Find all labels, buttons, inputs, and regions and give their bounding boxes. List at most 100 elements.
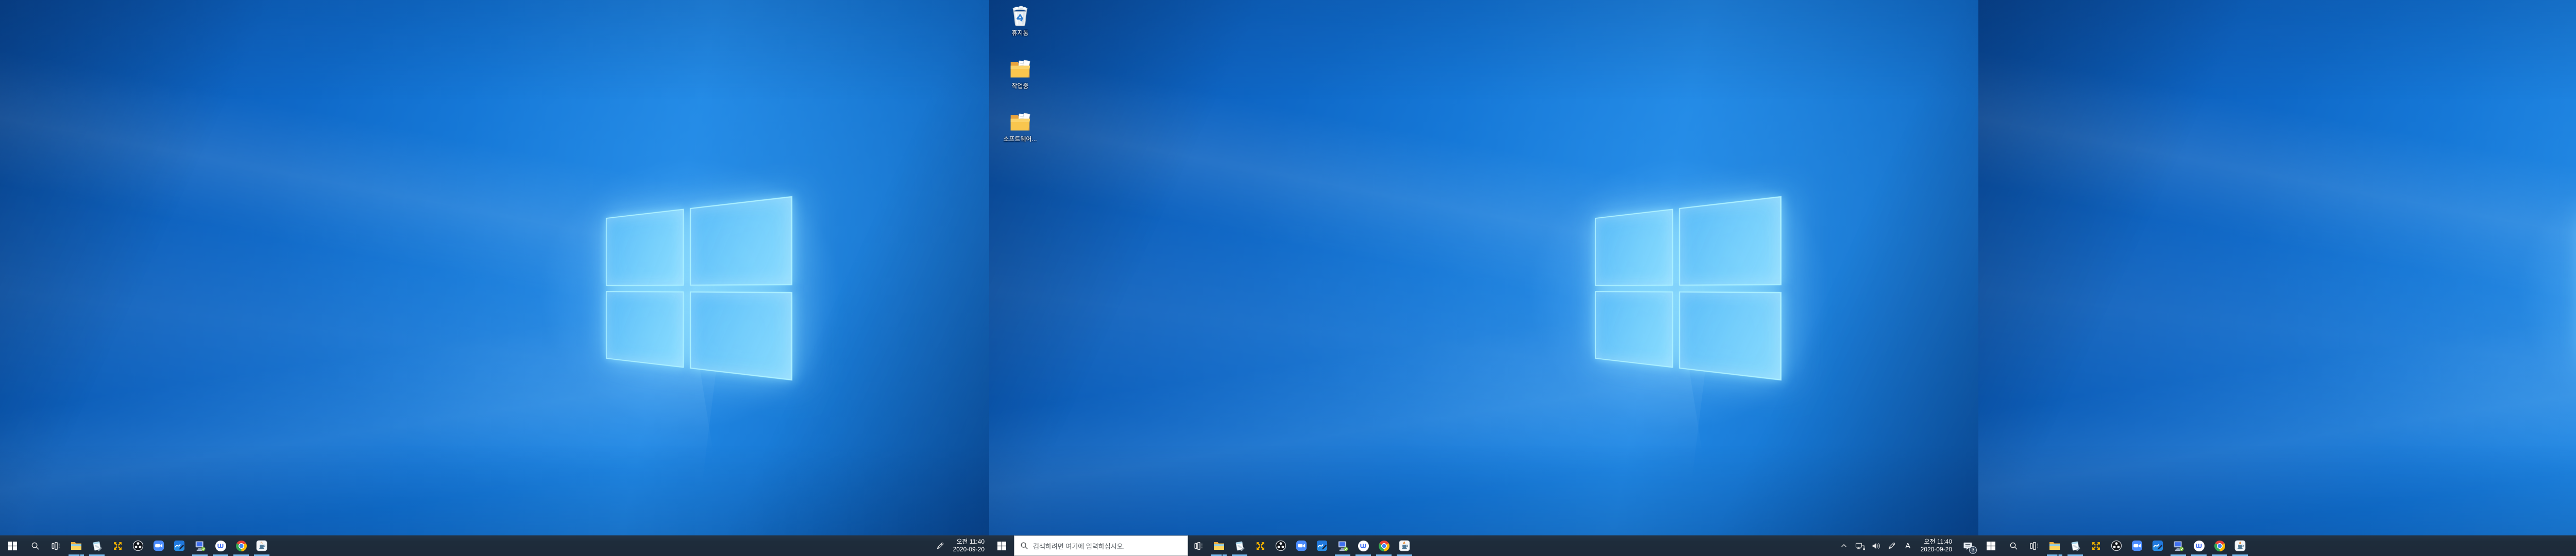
notepad-button[interactable]: [1229, 535, 1250, 556]
arrows-app-button[interactable]: [107, 535, 128, 556]
clock-date: 2020-09-20: [1921, 546, 1952, 553]
windows-logo-icon: [8, 542, 17, 550]
monitor-center: 휴지통 작업중: [989, 0, 1978, 556]
arrows-app-button[interactable]: [1250, 535, 1270, 556]
taskbar-left: 오전 11:402020-09-20: [0, 535, 989, 556]
vignette: [1978, 0, 2576, 556]
vignette: [989, 0, 1978, 556]
desktop-icon-label: 작업중: [1011, 82, 1028, 90]
computer-icon: [1337, 540, 1349, 552]
desktop-icon-folder-work[interactable]: 작업중: [995, 57, 1045, 90]
whale-browser-icon: [1358, 540, 1369, 552]
volume-icon: [1871, 541, 1881, 551]
zoom-camera-icon: [2131, 540, 2143, 551]
search-icon: [2009, 542, 2018, 550]
task-view-button[interactable]: [2024, 535, 2044, 556]
file-explorer-icon: [1213, 540, 1225, 552]
wallpaper: [989, 0, 1978, 556]
network-icon: [1855, 541, 1865, 551]
search-button[interactable]: [25, 535, 45, 556]
computer-icon: [2173, 540, 2184, 552]
obs-studio-icon: [2111, 540, 2122, 551]
whale-browser-button[interactable]: [210, 535, 231, 556]
taskbar-search-input[interactable]: 검색하려면 여기에 입력하십시오.: [1014, 535, 1188, 556]
obs-studio-button[interactable]: [2106, 535, 2127, 556]
desktop-icon-recycle-bin[interactable]: 휴지통: [995, 4, 1045, 37]
ink-workspace-button[interactable]: [1884, 535, 1900, 556]
wallpaper: [0, 0, 989, 556]
java-coffee-icon: [256, 540, 267, 551]
folder-icon: [1008, 57, 1032, 81]
search-button[interactable]: [2003, 535, 2024, 556]
network-button[interactable]: [1852, 535, 1868, 556]
task-view-button[interactable]: [1188, 535, 1209, 556]
computer-app-button[interactable]: [1332, 535, 1353, 556]
task-view-button[interactable]: [45, 535, 66, 556]
java-app-button[interactable]: [2230, 535, 2250, 556]
windows-logo-icon: [997, 542, 1006, 550]
yellow-arrows-icon: [1255, 541, 1266, 551]
start-button[interactable]: [0, 535, 25, 556]
ink-workspace-button[interactable]: [933, 535, 948, 556]
triple-monitor-desktop: 오전 11:40 2020-09-20: [0, 0, 2576, 556]
hidden-icons-button[interactable]: [1836, 535, 1852, 556]
folder-icon: [1008, 110, 1032, 134]
whale-browser-icon: [215, 540, 227, 552]
notepad-icon: [2070, 540, 2081, 552]
computer-app-button[interactable]: [190, 535, 210, 556]
start-button[interactable]: [989, 535, 1014, 556]
whale-browser-button[interactable]: [1353, 535, 1374, 556]
start-button[interactable]: [1978, 535, 2003, 556]
zoom-button[interactable]: [148, 535, 169, 556]
chrome-button[interactable]: [2209, 535, 2230, 556]
whiteboard-pen-icon: [1316, 540, 1328, 551]
chrome-button[interactable]: [231, 535, 251, 556]
windows-logo-icon: [1987, 542, 1995, 550]
desktop-icons: 휴지통 작업중: [995, 4, 1045, 143]
task-view-icon: [52, 542, 60, 550]
whiteboard-button[interactable]: [169, 535, 190, 556]
chrome-icon: [236, 541, 247, 551]
computer-icon: [194, 540, 206, 552]
computer-app-button[interactable]: [2168, 535, 2189, 556]
search-icon: [31, 542, 40, 550]
whiteboard-button[interactable]: [1312, 535, 1332, 556]
file-explorer-button[interactable]: [66, 535, 87, 556]
clock-time: 오전 11:40: [956, 538, 985, 546]
monitor-left: 오전 11:402020-09-20: [0, 0, 989, 556]
taskbar-right: 오전 11:402020-09-20: [1978, 535, 2576, 556]
volume-button[interactable]: [1868, 535, 1884, 556]
desktop-icon-label: 소프트웨어...: [1003, 135, 1037, 143]
chevron-up-icon: [1840, 542, 1848, 549]
zoom-button[interactable]: [2127, 535, 2147, 556]
whiteboard-pen-icon: [2152, 540, 2163, 551]
obs-studio-button[interactable]: [1270, 535, 1291, 556]
notepad-button[interactable]: [2065, 535, 2086, 556]
whale-browser-icon: [2193, 540, 2205, 552]
taskbar-clock[interactable]: 오전 11:402020-09-20: [948, 535, 989, 556]
action-center-button[interactable]: 3: [1957, 535, 1978, 556]
taskbar-spacer: [2250, 535, 2576, 556]
task-view-icon: [2030, 542, 2039, 550]
taskbar-spacer: [272, 535, 933, 556]
file-explorer-icon: [70, 540, 82, 552]
java-app-button[interactable]: [1394, 535, 1415, 556]
file-explorer-button[interactable]: [2044, 535, 2065, 556]
ime-mode-indicator[interactable]: A: [1900, 535, 1916, 556]
java-app-button[interactable]: [251, 535, 272, 556]
ime-label: A: [1905, 542, 1910, 550]
chrome-button[interactable]: [1374, 535, 1394, 556]
chrome-icon: [1379, 541, 1389, 551]
desktop-icon-folder-software[interactable]: 소프트웨어...: [995, 110, 1045, 143]
taskbar-clock[interactable]: 오전 11:402020-09-20: [1916, 535, 1957, 556]
arrows-app-button[interactable]: [2086, 535, 2106, 556]
notepad-button[interactable]: [87, 535, 107, 556]
whiteboard-button[interactable]: [2147, 535, 2168, 556]
java-coffee-icon: [2234, 540, 2246, 551]
obs-studio-icon: [1275, 540, 1286, 551]
obs-studio-button[interactable]: [128, 535, 148, 556]
file-explorer-button[interactable]: [1209, 535, 1229, 556]
vignette: [0, 0, 989, 556]
zoom-button[interactable]: [1291, 535, 1312, 556]
whale-browser-button[interactable]: [2189, 535, 2209, 556]
